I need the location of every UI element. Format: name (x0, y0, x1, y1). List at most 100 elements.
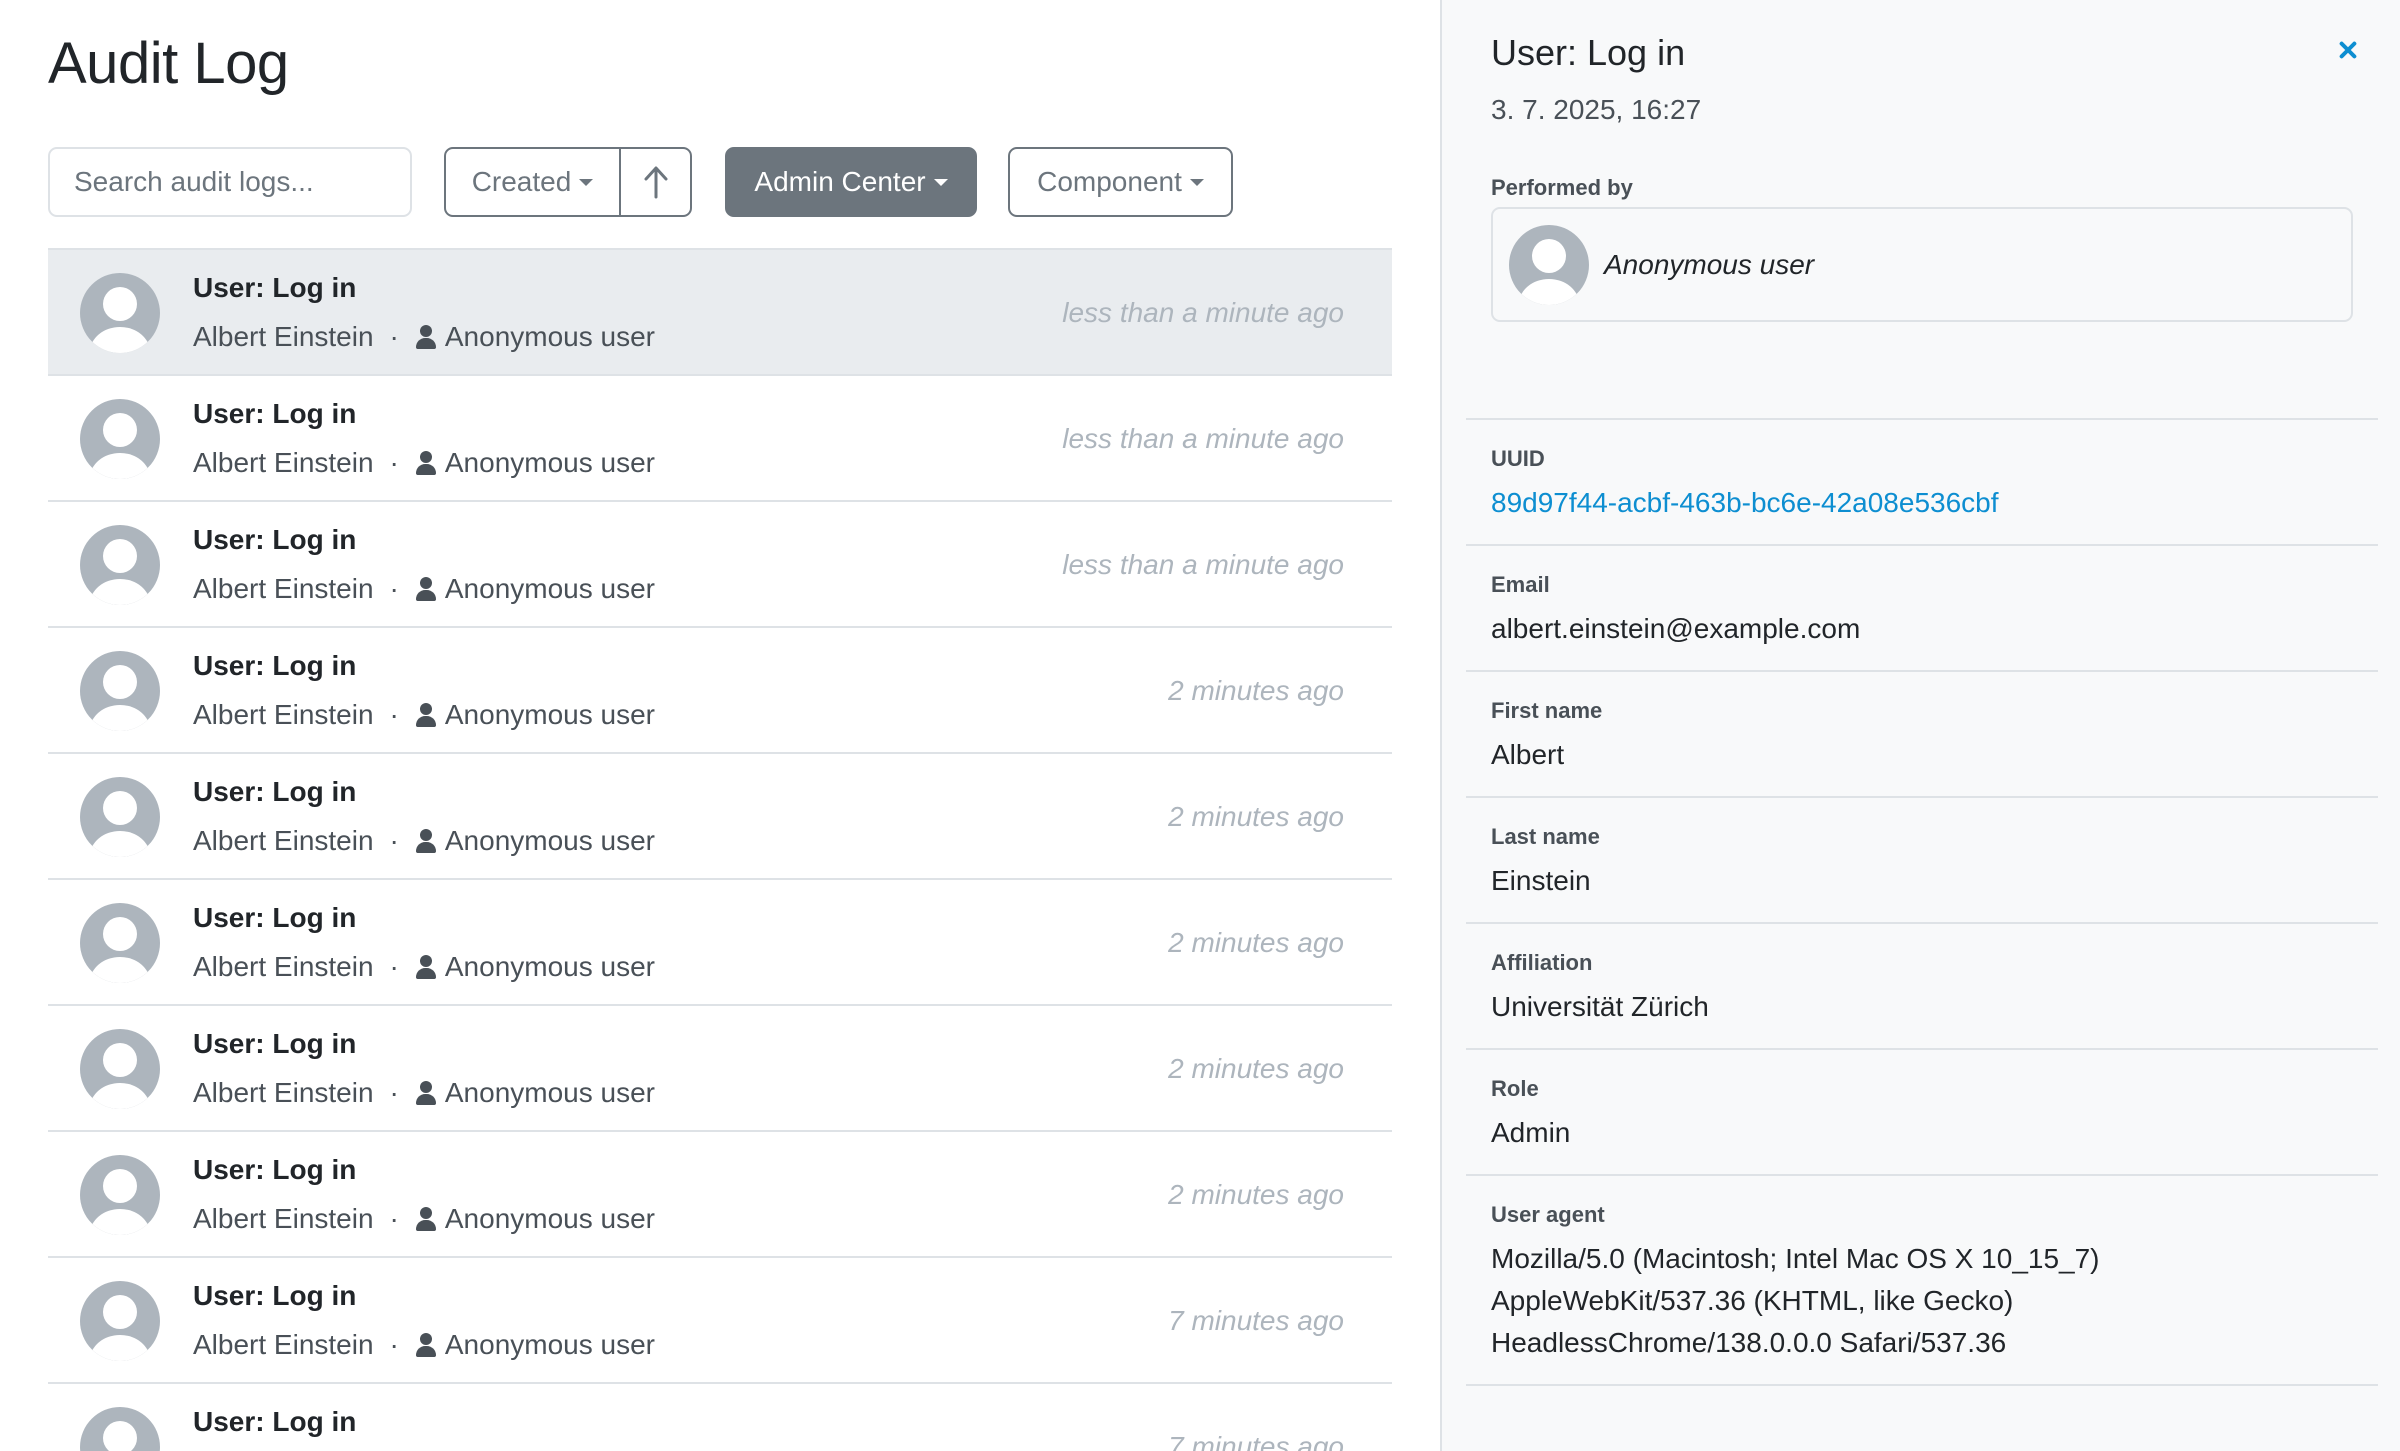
avatar (80, 1281, 160, 1361)
detail-field-email: Email albert.einstein@example.com (1466, 546, 2378, 672)
sort-field-dropdown[interactable]: Created (444, 147, 621, 217)
log-row-meta: Albert Einstein · Anonymous user (193, 1203, 655, 1235)
separator-dot: · (389, 825, 399, 856)
caret-down-icon (1189, 178, 1204, 186)
log-row-user: Albert Einstein (193, 1203, 374, 1234)
detail-panel: User: Log in 3. 7. 2025, 16:27 Performed… (1440, 0, 2400, 1451)
person-icon (415, 703, 437, 727)
person-icon (415, 1081, 437, 1105)
log-row[interactable]: User: Log in Albert Einstein · Anonymous… (48, 502, 1392, 628)
admin-center-filter-dropdown[interactable]: Admin Center (725, 147, 977, 217)
log-row-title: User: Log in (193, 1280, 357, 1311)
log-row-title: User: Log in (193, 902, 357, 933)
log-row-title: User: Log in (193, 272, 357, 303)
avatar (80, 651, 160, 731)
log-row-meta: Albert Einstein · Anonymous user (193, 825, 655, 857)
caret-down-icon (579, 178, 594, 186)
log-row[interactable]: User: Log in Albert Einstein · Anonymous… (48, 376, 1392, 502)
person-icon (415, 577, 437, 601)
log-row-meta: Albert Einstein · Anonymous user (193, 447, 655, 479)
log-row[interactable]: User: Log in Albert Einstein · Anonymous… (48, 754, 1392, 880)
log-row-actor: Anonymous user (444, 1077, 655, 1108)
log-row-title: User: Log in (193, 524, 357, 555)
log-row-actor: Anonymous user (444, 1329, 655, 1360)
user-agent-line: Mozilla/5.0 (Macintosh; Intel Mac OS X 1… (1491, 1243, 2100, 1274)
detail-field-uuid: UUID 89d97f44-acbf-463b-bc6e-42a08e536cb… (1466, 420, 2378, 546)
log-row[interactable]: User: Log in Albert Einstein · Anonymous… (48, 1384, 1392, 1451)
search-input[interactable] (48, 147, 412, 217)
field-label: Role (1491, 1076, 1539, 1101)
log-row-title: User: Log in (193, 398, 357, 429)
avatar (80, 1407, 160, 1451)
log-row-time: 2 minutes ago (1168, 1179, 1344, 1210)
log-row[interactable]: User: Log in Albert Einstein · Anonymous… (48, 880, 1392, 1006)
avatar (80, 1029, 160, 1109)
caret-down-icon (933, 178, 948, 186)
person-icon (415, 829, 437, 853)
sort-field-label: Created (471, 166, 572, 197)
log-row[interactable]: User: Log in Albert Einstein · Anonymous… (48, 250, 1392, 376)
arrow-up-icon (644, 166, 667, 199)
person-icon (415, 1333, 437, 1357)
field-label: UUID (1491, 446, 1545, 471)
separator-dot: · (389, 447, 399, 478)
log-row[interactable]: User: Log in Albert Einstein · Anonymous… (48, 1006, 1392, 1132)
log-row-time: 2 minutes ago (1168, 675, 1344, 706)
audit-log-list: User: Log in Albert Einstein · Anonymous… (48, 248, 1392, 1451)
log-row-user: Albert Einstein (193, 951, 374, 982)
field-value: Admin (1491, 1117, 1571, 1148)
log-row-actor: Anonymous user (444, 447, 655, 478)
log-row-actor: Anonymous user (444, 951, 655, 982)
separator-dot: · (389, 951, 399, 982)
log-row-title: User: Log in (193, 1028, 357, 1059)
log-row[interactable]: User: Log in Albert Einstein · Anonymous… (48, 1132, 1392, 1258)
audit-log-main: Audit Log Created Admin Center Component (0, 0, 1440, 1451)
avatar (80, 399, 160, 479)
log-row-time: less than a minute ago (1062, 297, 1344, 328)
separator-dot: · (389, 1077, 399, 1108)
component-filter-dropdown[interactable]: Component (1008, 147, 1233, 217)
close-icon[interactable] (2334, 36, 2362, 64)
component-filter-label: Component (1037, 166, 1182, 197)
user-agent-line: AppleWebKit/537.36 (KHTML, like Gecko) (1491, 1285, 2014, 1316)
avatar (1509, 225, 1589, 305)
person-icon (415, 451, 437, 475)
separator-dot: · (389, 699, 399, 730)
sort-direction-button[interactable] (619, 147, 692, 217)
detail-field-user-agent: User agent Mozilla/5.0 (Macintosh; Intel … (1466, 1176, 2378, 1386)
field-label: Email (1491, 572, 1550, 597)
avatar (80, 903, 160, 983)
log-row-user: Albert Einstein (193, 1077, 374, 1108)
log-row-title: User: Log in (193, 776, 357, 807)
separator-dot: · (389, 1203, 399, 1234)
user-agent-line: HeadlessChrome/138.0.0.0 Safari/537.36 (1491, 1327, 2007, 1358)
field-value[interactable]: 89d97f44-acbf-463b-bc6e-42a08e536cbf (1491, 482, 2353, 524)
field-value: Universität Zürich (1491, 991, 1709, 1022)
log-row-time: 2 minutes ago (1168, 927, 1344, 958)
detail-field-first-name: First name Albert (1466, 672, 2378, 798)
person-icon (415, 325, 437, 349)
field-label: User agent (1491, 1202, 1605, 1227)
separator-dot: · (389, 321, 399, 352)
performer-card: Anonymous user (1491, 207, 2353, 322)
performer-name: Anonymous user (1604, 249, 1815, 280)
log-row-meta: Albert Einstein · Anonymous user (193, 951, 655, 983)
separator-dot: · (389, 573, 399, 604)
log-row-actor: Anonymous user (444, 1203, 655, 1234)
log-row-meta: Albert Einstein · Anonymous user (193, 573, 655, 605)
log-row-time: less than a minute ago (1062, 423, 1344, 454)
app: Audit Log Created Admin Center Component (0, 0, 2400, 1451)
person-icon (415, 955, 437, 979)
log-row-time: less than a minute ago (1062, 549, 1344, 580)
log-row-user: Albert Einstein (193, 825, 374, 856)
field-label: First name (1491, 698, 1603, 723)
log-row-time: 2 minutes ago (1168, 801, 1344, 832)
field-label: Last name (1491, 824, 1600, 849)
log-row[interactable]: User: Log in Albert Einstein · Anonymous… (48, 628, 1392, 754)
field-value: Mozilla/5.0 (Macintosh; Intel Mac OS X 1… (1491, 1238, 2353, 1364)
log-row-actor: Anonymous user (444, 825, 655, 856)
detail-field-role: Role Admin (1466, 1050, 2378, 1176)
log-row-user: Albert Einstein (193, 573, 374, 604)
log-row-title: User: Log in (193, 1406, 357, 1437)
log-row[interactable]: User: Log in Albert Einstein · Anonymous… (48, 1258, 1392, 1384)
